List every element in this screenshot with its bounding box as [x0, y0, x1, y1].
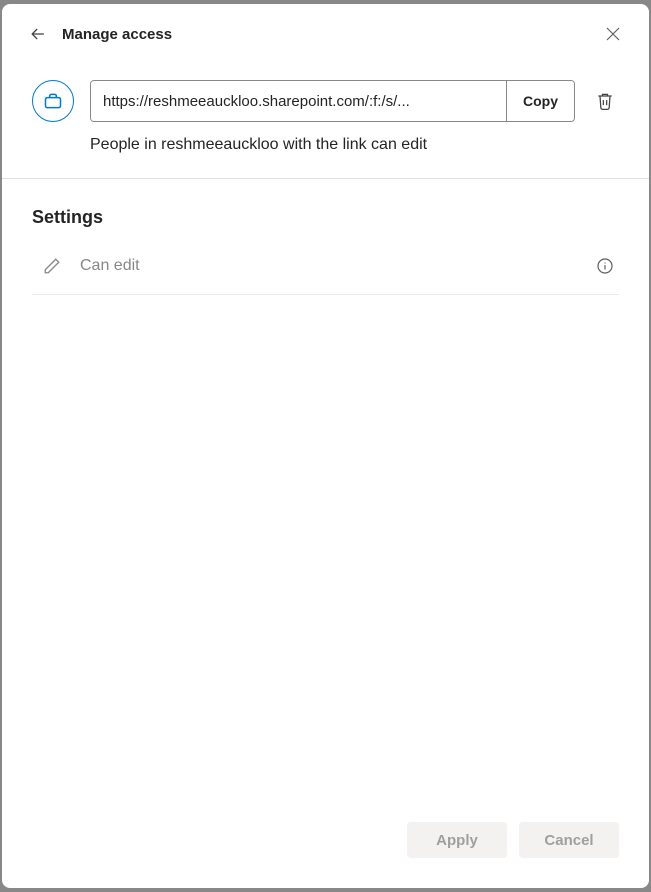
link-url-input[interactable]: [91, 81, 506, 121]
permission-label: Can edit: [80, 257, 595, 275]
briefcase-icon: [43, 91, 63, 111]
settings-section: Settings Can edit: [2, 179, 649, 323]
link-input-group: Copy: [90, 80, 575, 122]
close-button[interactable]: [597, 18, 629, 50]
cancel-button[interactable]: Cancel: [519, 822, 619, 858]
pencil-icon: [40, 254, 64, 278]
link-description: People in reshmeeauckloo with the link c…: [90, 136, 619, 154]
arrow-left-icon: [28, 24, 48, 44]
dialog-title: Manage access: [62, 26, 172, 43]
manage-access-dialog: Manage access Copy: [2, 4, 649, 888]
delete-link-button[interactable]: [591, 87, 619, 115]
link-row: Copy: [32, 80, 619, 122]
permission-setting-row[interactable]: Can edit: [32, 246, 619, 295]
trash-icon: [595, 91, 615, 111]
dialog-header: Manage access: [2, 4, 649, 60]
org-link-icon-circle: [32, 80, 74, 122]
close-icon: [606, 27, 620, 41]
apply-button[interactable]: Apply: [407, 822, 507, 858]
back-button[interactable]: [22, 18, 54, 50]
info-icon[interactable]: [595, 256, 615, 276]
link-section: Copy People in reshmeeauckloo with the l…: [2, 60, 649, 179]
settings-title: Settings: [32, 207, 619, 228]
dialog-footer: Apply Cancel: [2, 802, 649, 888]
copy-button[interactable]: Copy: [506, 81, 574, 121]
